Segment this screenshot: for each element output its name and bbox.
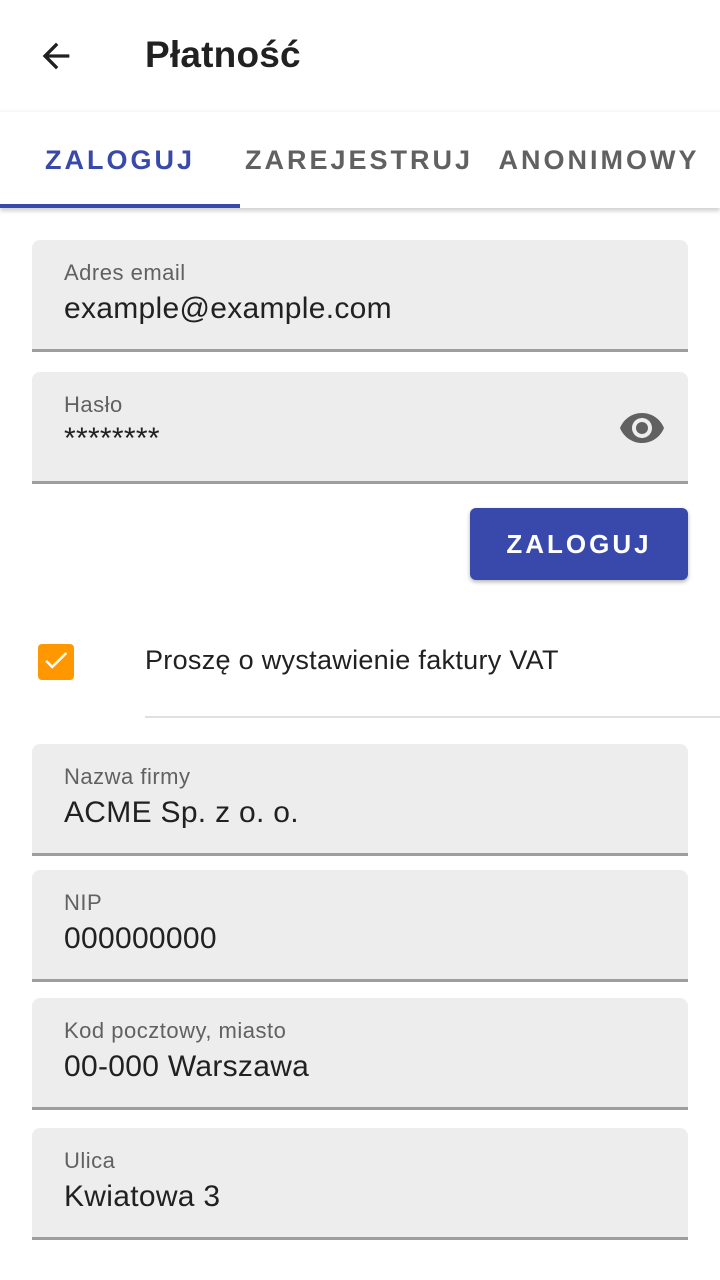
password-value: ******** [64, 422, 160, 455]
postal-city-value: 00-000 Warszawa [64, 1050, 310, 1083]
tab-indicator [0, 204, 240, 208]
tab-bar: ZALOGUJ ZAREJESTRUJ ANONIMOWY [0, 112, 720, 208]
street-value: Kwiatowa 3 [64, 1180, 221, 1213]
password-field[interactable]: Hasło ******** [32, 372, 688, 484]
login-button[interactable]: ZALOGUJ [470, 508, 688, 580]
toggle-password-visibility-button[interactable] [618, 406, 666, 454]
email-label: Adres email [64, 260, 186, 285]
eye-icon [618, 404, 666, 457]
postal-city-label: Kod pocztowy, miasto [64, 1018, 287, 1043]
back-button[interactable] [22, 24, 90, 92]
app-bar: Płatność [0, 0, 720, 112]
check-icon [41, 645, 71, 680]
arrow-left-icon [36, 36, 76, 81]
street-label: Ulica [64, 1148, 116, 1173]
divider [145, 716, 720, 718]
password-label: Hasło [64, 392, 123, 417]
tab-anonymous[interactable]: ANONIMOWY [478, 112, 720, 208]
company-name-value: ACME Sp. z o. o. [64, 796, 299, 829]
nip-field[interactable]: NIP 000000000 [32, 870, 688, 982]
page-title: Płatność [145, 34, 301, 75]
nip-value: 000000000 [64, 922, 217, 955]
email-value: example@example.com [64, 292, 392, 325]
tab-register[interactable]: ZAREJESTRUJ [240, 112, 478, 208]
company-name-label: Nazwa firmy [64, 764, 191, 789]
postal-city-field[interactable]: Kod pocztowy, miasto 00-000 Warszawa [32, 998, 688, 1110]
nip-label: NIP [64, 890, 103, 915]
tab-login[interactable]: ZALOGUJ [0, 112, 240, 208]
email-field[interactable]: Adres email example@example.com [32, 240, 688, 352]
street-field[interactable]: Ulica Kwiatowa 3 [32, 1128, 688, 1240]
vat-invoice-label[interactable]: Proszę o wystawienie faktury VAT [145, 645, 559, 676]
vat-invoice-checkbox[interactable] [38, 644, 74, 680]
company-name-field[interactable]: Nazwa firmy ACME Sp. z o. o. [32, 744, 688, 856]
